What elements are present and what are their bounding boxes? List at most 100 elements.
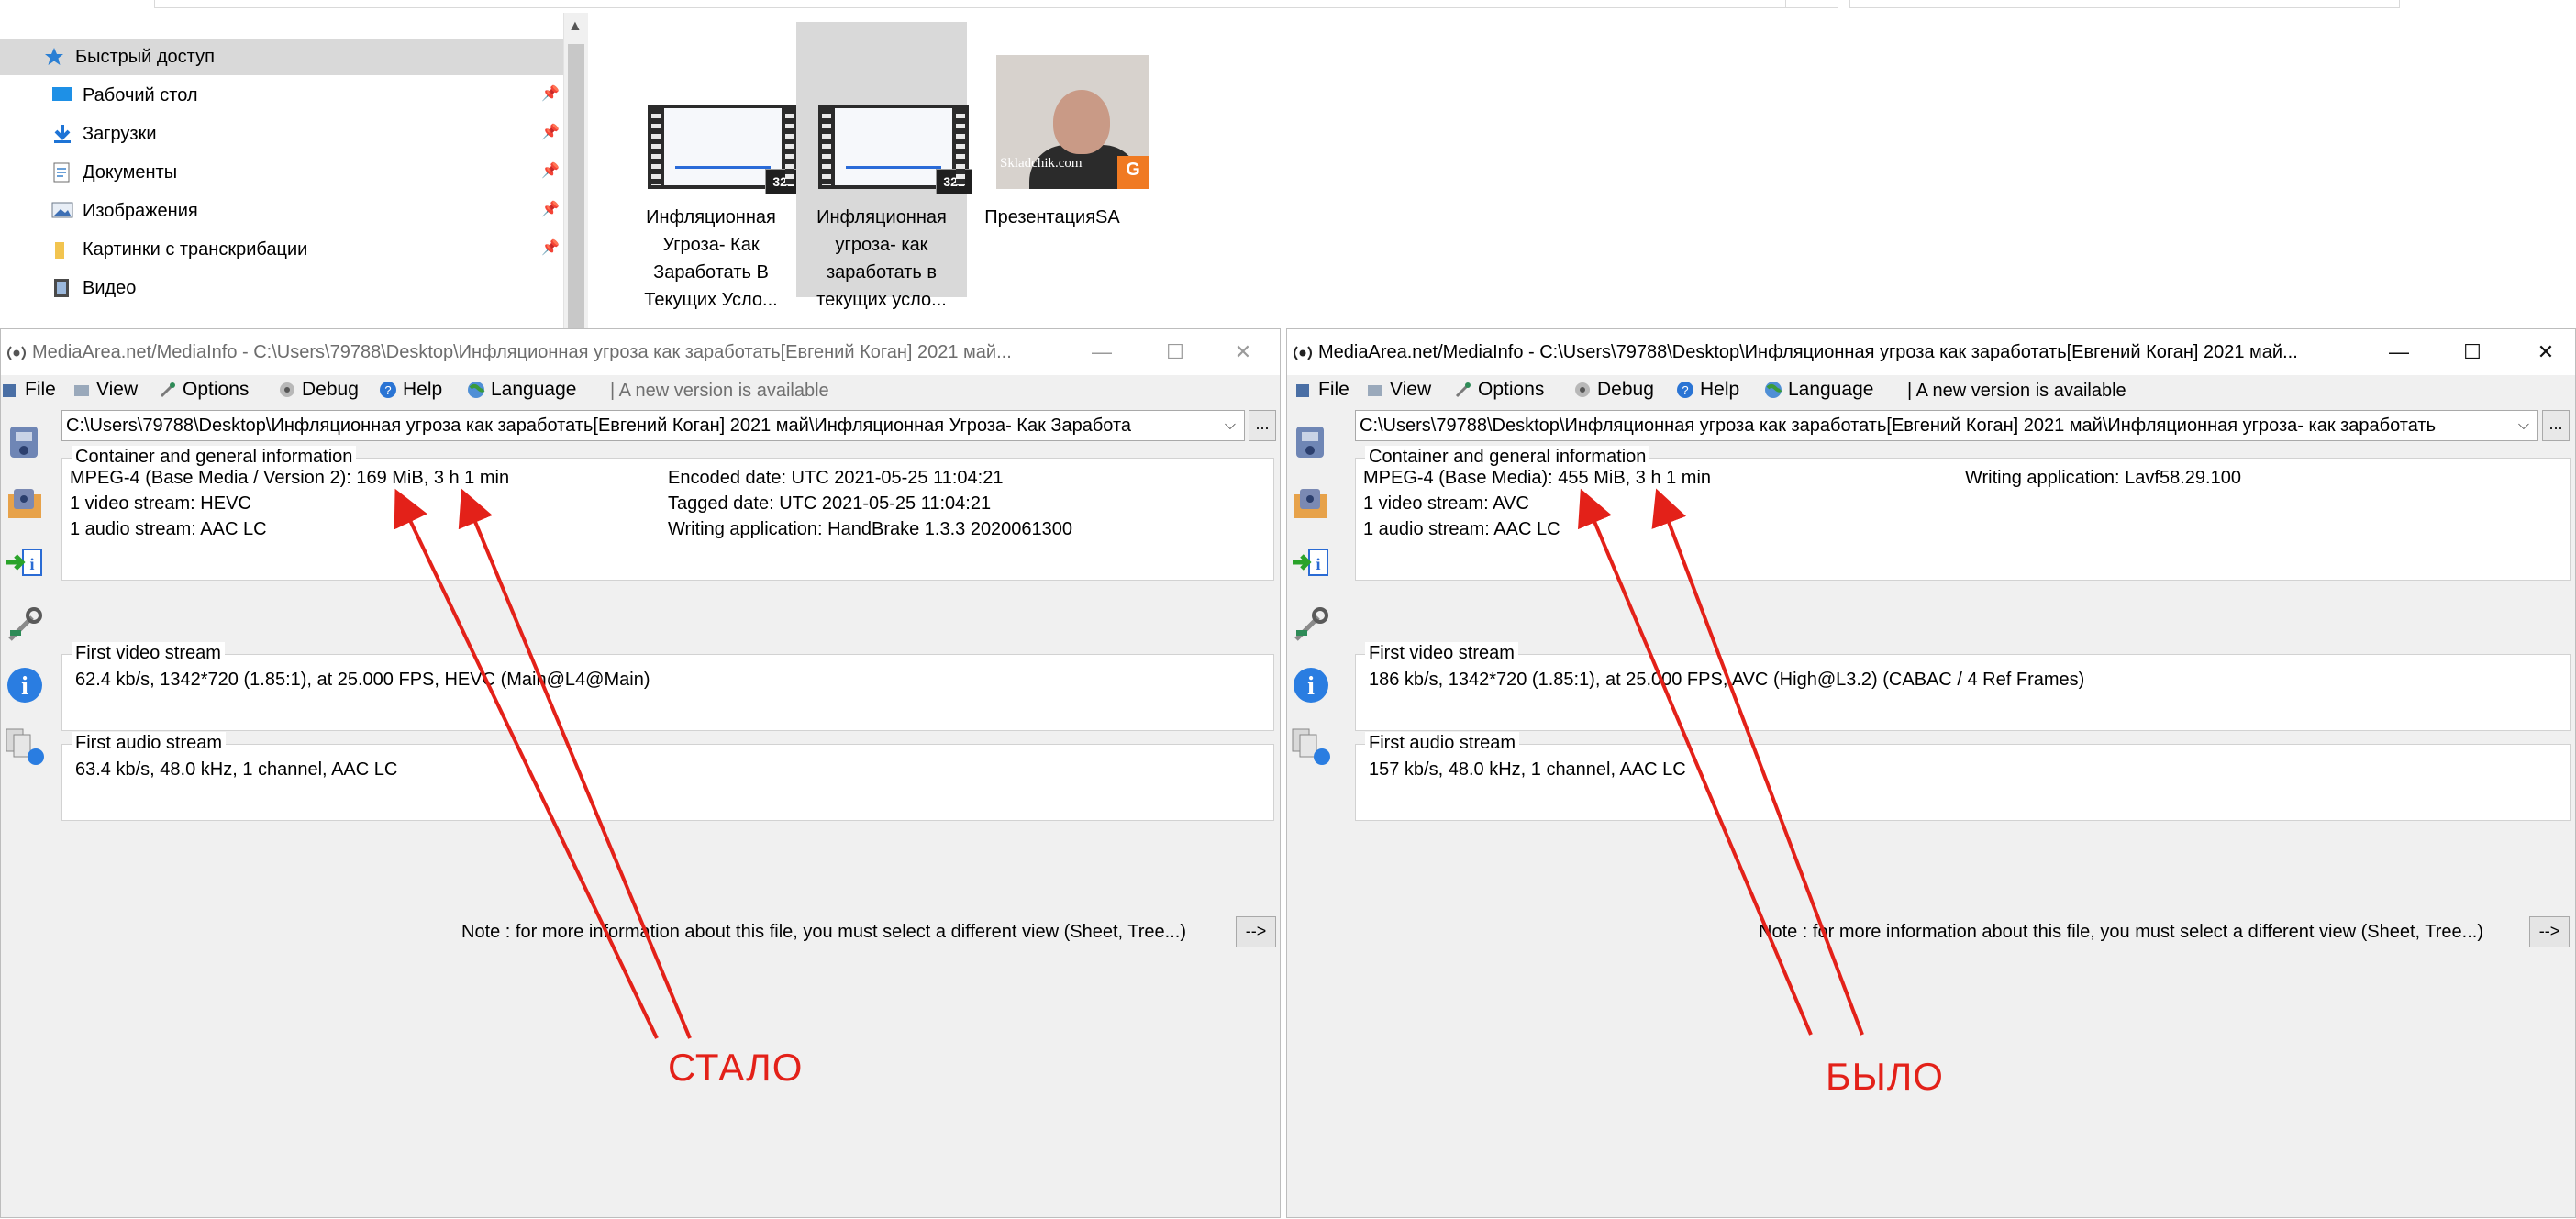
svg-text:i: i [21,672,28,701]
close-button[interactable]: ✕ [2527,335,2564,370]
nav-item-desktop[interactable]: Рабочий стол 📌 [0,77,563,114]
multiple-files-icon[interactable] [1291,724,1331,768]
menu-help[interactable]: ? Help [1676,379,1739,401]
pin-icon[interactable]: 📌 [541,86,560,103]
open-folder-icon[interactable] [1291,482,1331,526]
group-title: Container and general information [1365,446,1650,468]
file-path-combobox[interactable]: C:\Users\79788\Desktop\Инфляционная угро… [1355,410,2538,441]
side-toolbar: i i [1,408,56,1219]
multiple-files-icon[interactable] [5,724,45,768]
export-icon[interactable]: i [1291,542,1331,586]
minimize-button[interactable]: — [1083,335,1120,370]
pin-icon[interactable]: 📌 [541,202,560,218]
scroll-up-arrow-icon[interactable]: ▲ [568,18,583,35]
title-bar[interactable]: MediaArea.net/MediaInfo - C:\Users\79788… [1287,329,2575,375]
close-button[interactable]: ✕ [1225,335,1261,370]
next-view-button[interactable]: --> [2529,916,2570,947]
search-box[interactable] [1849,0,2400,8]
export-icon[interactable]: i [5,542,45,586]
menu-debug[interactable]: Debug [278,379,359,401]
about-info-icon[interactable]: i [1291,663,1331,707]
preferences-icon[interactable] [5,603,45,647]
open-file-icon[interactable] [1291,421,1331,465]
general-info-group: Container and general information MPEG-4… [61,446,1274,581]
video-stream-line: 186 kb/s, 1342*720 (1.85:1), at 25.000 F… [1369,670,2085,690]
file-menu-icon [1,381,19,399]
file-item-video-2[interactable]: 321 Инфляционная угроза- как заработать … [796,22,972,310]
scrollbar-thumb[interactable] [568,44,584,330]
title-bar[interactable]: MediaArea.net/MediaInfo - C:\Users\79788… [1,329,1280,375]
file-path-text: C:\Users\79788\Desktop\Инфляционная угро… [66,416,1132,436]
file-name: Инфляционная Угроза- Как Заработать В Те… [644,207,778,310]
preferences-icon[interactable] [1291,603,1331,647]
mediainfo-window-left: MediaArea.net/MediaInfo - C:\Users\79788… [0,328,1281,1218]
svg-text:i: i [1307,672,1315,701]
desktop-folder-icon [51,85,73,105]
address-bar[interactable] [154,0,1789,8]
svg-text:?: ? [1682,383,1688,397]
menu-bar: File View Options Debug ? Help Language |… [1287,375,2575,406]
general-right-line: Writing application: Lavf58.29.100 [1965,468,2241,488]
address-dropdown-button[interactable] [1785,0,1838,8]
language-globe-icon [467,381,485,399]
menu-options[interactable]: Options [159,379,249,401]
video-stream-group: First video stream 186 kb/s, 1342*720 (1… [1355,642,2571,731]
debug-menu-icon [278,381,296,399]
next-view-button[interactable]: --> [1236,916,1276,947]
pin-icon[interactable]: 📌 [541,125,560,141]
video-stream-line: 62.4 kb/s, 1342*720 (1.85:1), at 25.000 … [75,670,650,690]
browse-button[interactable]: ... [2542,410,2570,441]
options-menu-icon [1454,381,1472,399]
menu-help[interactable]: ? Help [379,379,442,401]
update-notice[interactable]: | A new version is available [610,381,829,402]
nav-item-pictures[interactable]: Изображения 📌 [0,193,563,229]
star-icon [44,47,66,67]
svg-text:i: i [1316,555,1320,573]
nav-item-label: Рабочий стол [83,84,198,105]
menu-view[interactable]: View [1366,379,1431,401]
presentation-thumbnail: Skladchik.com G [996,55,1149,189]
pictures-folder-icon [51,201,73,221]
menu-file[interactable]: File [1294,379,1349,401]
file-item-presentation[interactable]: Skladchik.com G ПрезентацияSA [967,22,1149,297]
general-line: 1 audio stream: AAC LC [1363,519,1560,539]
file-path-combobox[interactable]: C:\Users\79788\Desktop\Инфляционная угро… [61,410,1245,441]
pin-icon[interactable]: 📌 [541,240,560,257]
pin-icon[interactable]: 📌 [541,163,560,180]
general-line: 1 video stream: HEVC [70,493,251,514]
chevron-down-icon[interactable]: ⌵ [1216,411,1244,440]
annotation-label-after: СТАЛО [668,1046,804,1089]
video-thumbnail: 321 [818,105,972,194]
minimize-button[interactable]: — [2381,335,2417,370]
download-folder-icon [51,124,73,144]
chevron-down-icon[interactable]: ⌵ [2510,411,2537,440]
file-name: Инфляционная угроза- как заработать в те… [816,207,947,310]
general-right-line: Tagged date: UTC 2021-05-25 11:04:21 [668,493,992,514]
file-menu-icon [1294,381,1313,399]
mediainfo-logo-icon [5,344,28,362]
menu-language[interactable]: Language [467,379,576,401]
nav-item-videos[interactable]: Видео [0,270,563,306]
browse-button[interactable]: ... [1249,410,1276,441]
file-item-video-1[interactable]: 321 Инфляционная Угроза- Как Заработать … [626,22,802,310]
maximize-button[interactable]: ☐ [1157,335,1194,370]
update-notice[interactable]: | A new version is available [1907,381,2126,402]
about-info-icon[interactable]: i [5,663,45,707]
file-list: 321 Инфляционная Угроза- Как Заработать … [587,13,2409,330]
open-folder-icon[interactable] [5,482,45,526]
watermark-text: Skladchik.com [1000,156,1083,171]
menu-language[interactable]: Language [1764,379,1873,401]
navigation-scrollbar[interactable]: ▲ [563,13,588,330]
audio-stream-group: First audio stream 63.4 kb/s, 48.0 kHz, … [61,732,1274,821]
menu-debug[interactable]: Debug [1573,379,1654,401]
menu-file[interactable]: File [1,379,56,401]
menu-view[interactable]: View [72,379,138,401]
nav-item-documents[interactable]: Документы 📌 [0,154,563,191]
maximize-button[interactable]: ☐ [2454,335,2491,370]
view-menu-icon [72,381,91,399]
nav-item-transcription-pictures[interactable]: Картинки с транскрибации 📌 [0,231,563,268]
menu-options[interactable]: Options [1454,379,1544,401]
open-file-icon[interactable] [5,421,45,465]
nav-item-downloads[interactable]: Загрузки 📌 [0,116,563,152]
nav-item-quick-access[interactable]: Быстрый доступ [0,39,563,75]
